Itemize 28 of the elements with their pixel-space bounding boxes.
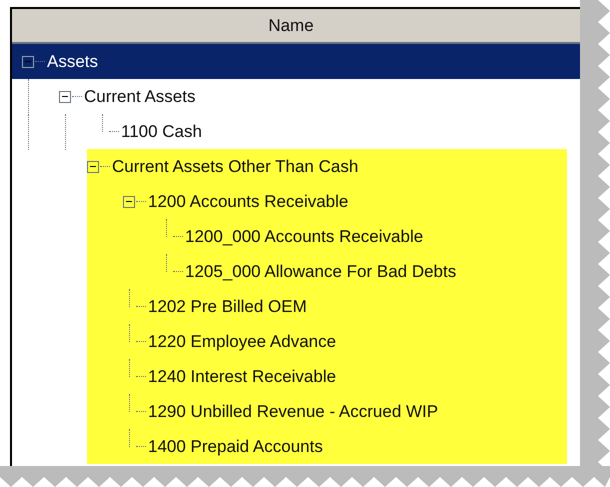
tree-row[interactable]: 1200 Accounts Receivable — [12, 184, 580, 219]
collapse-icon[interactable] — [87, 160, 99, 172]
tree-row[interactable]: 1400 Prepaid Accounts — [12, 429, 580, 464]
tree-item[interactable]: 1400 Prepaid Accounts — [148, 434, 323, 460]
collapse-icon[interactable] — [123, 196, 135, 208]
tree-item[interactable]: 1220 Employee Advance — [148, 328, 336, 354]
tree-item[interactable]: 1100 Cash — [121, 118, 202, 144]
tree-row[interactable]: 1202 Pre Billed OEM — [12, 289, 580, 324]
tree-item[interactable]: Current Assets — [84, 84, 196, 110]
tree-item[interactable]: 1200 Accounts Receivable — [148, 188, 348, 214]
tree-row[interactable]: 1220 Employee Advance — [12, 324, 580, 359]
tree-row[interactable]: 1205_000 Allowance For Bad Debts — [12, 254, 580, 289]
tree-row[interactable]: 1290 Unbilled Revenue - Accrued WIP — [12, 394, 580, 429]
tree-row[interactable]: Current Assets — [12, 79, 580, 114]
column-header[interactable]: Name — [12, 9, 580, 42]
tree-item[interactable]: Assets — [47, 48, 98, 74]
collapse-icon[interactable] — [59, 90, 71, 102]
tree-item[interactable]: 1202 Pre Billed OEM — [148, 294, 307, 320]
tree-item[interactable]: 1240 Interest Receivable — [148, 364, 336, 390]
tree-row[interactable]: Current Assets Other Than Cash — [12, 149, 580, 184]
tree-item[interactable]: 1290 Unbilled Revenue - Accrued WIP — [148, 398, 438, 424]
selected-row[interactable]: Assets — [12, 44, 580, 79]
tree-row[interactable]: 1200_000 Accounts Receivable — [12, 219, 580, 254]
tree-item[interactable]: 1205_000 Allowance For Bad Debts — [185, 258, 456, 284]
tree-item[interactable]: 1200_000 Accounts Receivable — [185, 224, 424, 250]
collapse-icon[interactable] — [22, 56, 34, 68]
tree-row[interactable]: 1240 Interest Receivable — [12, 359, 580, 394]
tree-item[interactable]: Current Assets Other Than Cash — [112, 154, 358, 180]
